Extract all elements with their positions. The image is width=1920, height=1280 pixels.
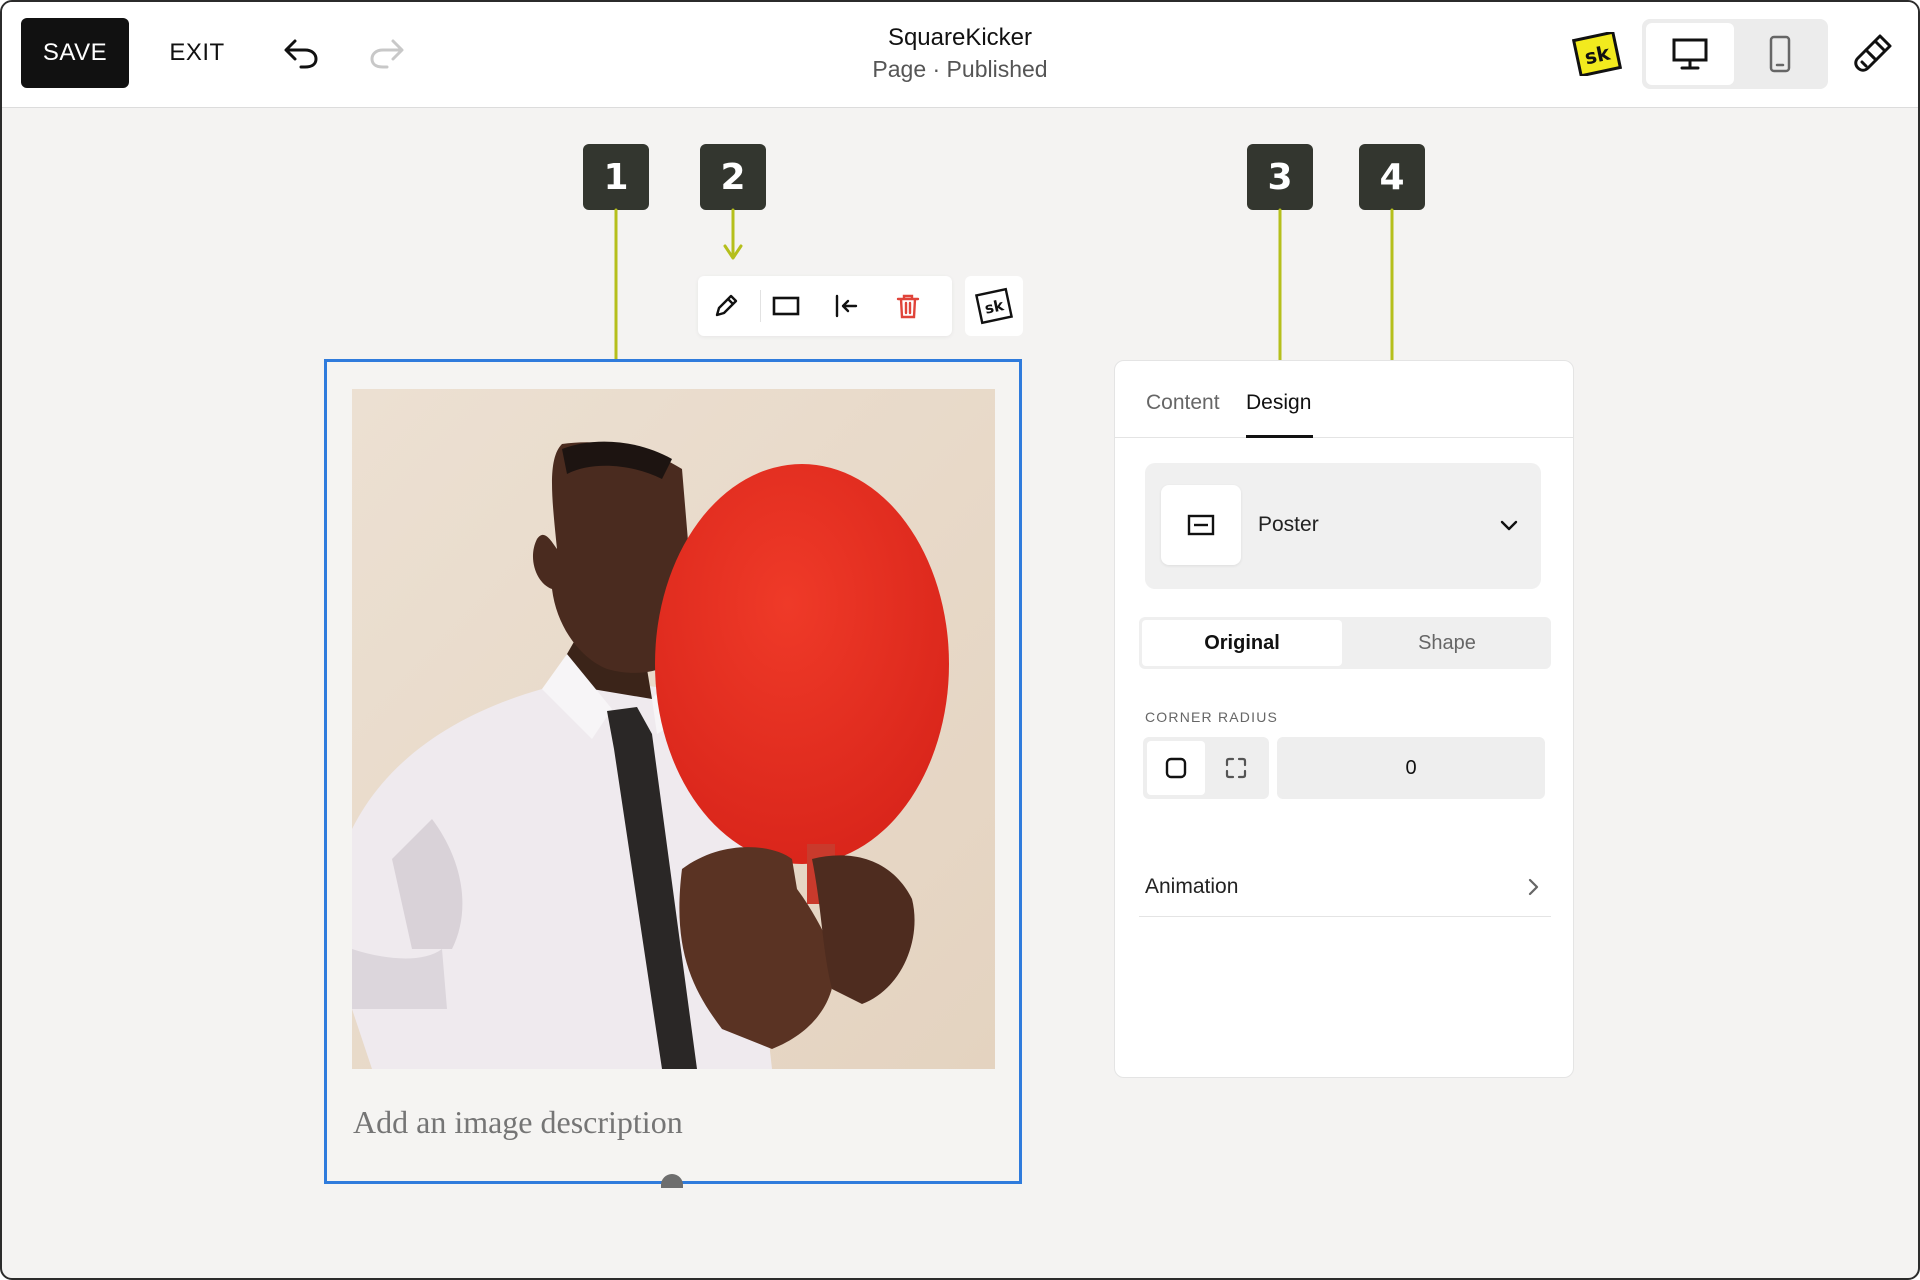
app-window: SAVE EXIT SquareKicker Page · Published …	[0, 0, 1920, 1280]
image-block-selected[interactable]	[324, 359, 1022, 1188]
corner-radius-input[interactable]	[1277, 737, 1545, 799]
active-tab-indicator	[1246, 435, 1313, 438]
chevron-right-icon	[1528, 878, 1539, 896]
trash-icon[interactable]	[888, 286, 928, 326]
animation-label: Animation	[1145, 875, 1239, 898]
poster-image[interactable]	[352, 389, 995, 1069]
chevron-down-icon	[1500, 520, 1518, 531]
poster-layout-icon	[1161, 485, 1241, 565]
image-design-panel: Content Design Poster Original Shape COR…	[1114, 360, 1574, 1078]
layout-dropdown[interactable]: Poster	[1145, 463, 1541, 589]
squarekicker-tool-button[interactable]: sk	[965, 276, 1023, 336]
crop-option-shape[interactable]: Shape	[1349, 617, 1545, 669]
tab-divider	[1115, 437, 1573, 438]
arrow-1	[606, 208, 626, 382]
crop-mode-toggle: Original Shape	[1139, 617, 1551, 669]
toolbar-divider	[760, 290, 761, 322]
sk-icon: sk	[974, 287, 1014, 325]
tab-content[interactable]: Content	[1146, 391, 1220, 415]
animation-row[interactable]: Animation	[1139, 865, 1551, 917]
corner-radius-label: CORNER RADIUS	[1145, 709, 1279, 725]
uniform-corners-icon[interactable]	[1147, 741, 1205, 795]
corner-radius-mode-toggle	[1143, 737, 1269, 799]
individual-corners-icon[interactable]	[1207, 741, 1265, 795]
frame-icon[interactable]	[766, 286, 806, 326]
resize-handle[interactable]	[661, 1174, 683, 1188]
edit-pencil-icon[interactable]	[706, 286, 746, 326]
image-description-input[interactable]	[353, 1104, 973, 1141]
layout-selected-value: Poster	[1258, 513, 1319, 536]
arrow-2	[723, 208, 743, 260]
align-left-icon[interactable]	[826, 286, 866, 326]
block-toolbar	[698, 276, 952, 336]
crop-option-original[interactable]: Original	[1142, 620, 1342, 666]
arrow-3	[1270, 208, 1290, 384]
tab-design[interactable]: Design	[1246, 391, 1311, 415]
